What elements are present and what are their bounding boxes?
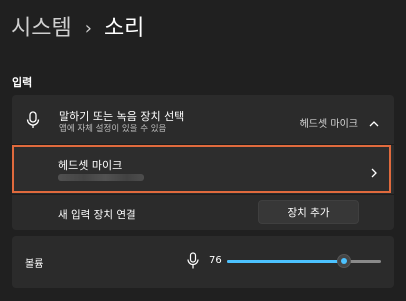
volume-card: 볼륨 76	[12, 236, 394, 288]
slider-thumb[interactable]	[337, 254, 352, 268]
page-title: 소리	[103, 16, 145, 41]
input-section-title: 입력	[12, 76, 33, 89]
add-device-button[interactable]: 장치 추가	[258, 200, 359, 224]
slider-fill	[227, 260, 345, 263]
breadcrumb-system[interactable]: 시스템	[11, 13, 72, 45]
selected-input-device: 헤드셋 마이크	[299, 119, 358, 130]
chevron-right-icon	[370, 164, 378, 178]
microphone-icon	[26, 111, 40, 129]
input-device-selector-header[interactable]: 말하기 또는 녹음 장치 선택 앱에 자체 설정이 있을 수 있음 헤드셋 마이…	[12, 95, 394, 143]
input-selector-subtitle: 앱에 자체 설정이 있을 수 있음	[59, 124, 167, 134]
device-name: 헤드셋 마이크	[58, 159, 123, 172]
volume-label: 볼륨	[25, 259, 44, 270]
volume-slider[interactable]	[227, 253, 381, 269]
breadcrumb-separator: ›	[84, 18, 92, 39]
volume-value: 76	[209, 255, 222, 266]
chevron-up-icon[interactable]	[368, 114, 380, 127]
input-card: 말하기 또는 녹음 장치 선택 앱에 자체 설정이 있을 수 있음 헤드셋 마이…	[12, 95, 394, 230]
device-detail-redacted	[58, 174, 144, 181]
connect-input-device-row: 새 입력 장치 연결 장치 추가	[12, 195, 394, 230]
microphone-icon[interactable]	[187, 252, 199, 270]
sound-settings-page: 시스템 › 소리 입력 말하기 또는 녹음 장치 선택 앱에 자체 설정이 있을…	[0, 0, 406, 301]
breadcrumb: 시스템 › 소리	[11, 13, 144, 45]
input-device-headset-mic[interactable]: 헤드셋 마이크	[12, 145, 394, 193]
connect-input-device-label: 새 입력 장치 연결	[58, 209, 136, 221]
